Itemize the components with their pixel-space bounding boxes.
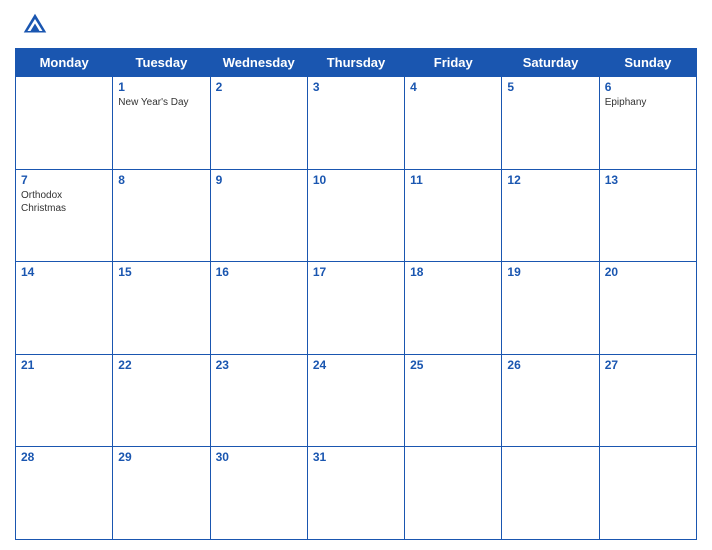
calendar-table: MondayTuesdayWednesdayThursdayFridaySatu… [15,48,697,540]
calendar-header-row: MondayTuesdayWednesdayThursdayFridaySatu… [16,49,697,77]
weekday-header: Friday [405,49,502,77]
day-number: 21 [21,358,107,372]
day-number: 8 [118,173,204,187]
calendar-cell: 28 [16,447,113,540]
day-number: 9 [216,173,302,187]
weekday-row: MondayTuesdayWednesdayThursdayFridaySatu… [16,49,697,77]
calendar-cell: 13 [599,169,696,262]
day-number: 4 [410,80,496,94]
day-number: 11 [410,173,496,187]
day-number: 13 [605,173,691,187]
day-number: 27 [605,358,691,372]
logo-icon [20,10,50,40]
day-number: 20 [605,265,691,279]
day-number: 15 [118,265,204,279]
calendar-cell [599,447,696,540]
calendar-cell: 24 [307,354,404,447]
day-number: 25 [410,358,496,372]
logo [20,10,54,40]
day-number: 23 [216,358,302,372]
calendar-cell [16,77,113,170]
calendar-cell: 25 [405,354,502,447]
calendar-cell: 7 Orthodox Christmas [16,169,113,262]
day-number: 16 [216,265,302,279]
day-number: 31 [313,450,399,464]
calendar-cell [502,447,599,540]
calendar-cell: 21 [16,354,113,447]
calendar-cell: 14 [16,262,113,355]
day-number: 12 [507,173,593,187]
calendar-cell: 17 [307,262,404,355]
day-number: 1 [118,80,204,94]
calendar-cell: 15 [113,262,210,355]
day-number: 7 [21,173,107,187]
day-number: 14 [21,265,107,279]
weekday-header: Tuesday [113,49,210,77]
day-number: 29 [118,450,204,464]
weekday-header: Thursday [307,49,404,77]
calendar-week-row: 7 Orthodox Christmas 89 10 11 12 13 [16,169,697,262]
day-number: 28 [21,450,107,464]
calendar-cell: 6 Epiphany [599,77,696,170]
weekday-header: Saturday [502,49,599,77]
holiday-label: Orthodox Christmas [21,189,107,215]
calendar-cell: 20 [599,262,696,355]
calendar-body: 1New Year's Day23456Epiphany7Orthodox Ch… [16,77,697,540]
calendar-cell: 26 [502,354,599,447]
day-number: 24 [313,358,399,372]
calendar-cell: 10 [307,169,404,262]
weekday-header: Sunday [599,49,696,77]
day-number: 19 [507,265,593,279]
weekday-header: Wednesday [210,49,307,77]
calendar-cell: 19 [502,262,599,355]
calendar-cell: 8 [113,169,210,262]
calendar-cell: 3 [307,77,404,170]
calendar-week-row: 28 29 30 31 [16,447,697,540]
day-number: 3 [313,80,399,94]
calendar-cell: 9 [210,169,307,262]
calendar-cell [405,447,502,540]
weekday-header: Monday [16,49,113,77]
day-number: 10 [313,173,399,187]
calendar-cell: 2 [210,77,307,170]
calendar-cell: 22 [113,354,210,447]
calendar-cell: 18 [405,262,502,355]
day-number: 26 [507,358,593,372]
day-number: 18 [410,265,496,279]
day-number: 22 [118,358,204,372]
calendar-cell: 31 [307,447,404,540]
calendar-week-row: 21 22 23 24 25 26 27 [16,354,697,447]
day-number: 2 [216,80,302,94]
day-number: 30 [216,450,302,464]
holiday-label: Epiphany [605,96,691,109]
day-number: 5 [507,80,593,94]
calendar-cell: 1 New Year's Day [113,77,210,170]
calendar-cell: 23 [210,354,307,447]
calendar-cell: 29 [113,447,210,540]
calendar-cell: 5 [502,77,599,170]
calendar-cell: 30 [210,447,307,540]
day-number: 17 [313,265,399,279]
calendar-week-row: 14 15 16 17 18 19 20 [16,262,697,355]
calendar-cell: 11 [405,169,502,262]
calendar-cell: 27 [599,354,696,447]
calendar-header [15,10,697,40]
calendar-cell: 4 [405,77,502,170]
calendar-week-row: 1 New Year's Day 23456 Epiphany [16,77,697,170]
holiday-label: New Year's Day [118,96,204,109]
day-number: 6 [605,80,691,94]
calendar-cell: 16 [210,262,307,355]
calendar-cell: 12 [502,169,599,262]
